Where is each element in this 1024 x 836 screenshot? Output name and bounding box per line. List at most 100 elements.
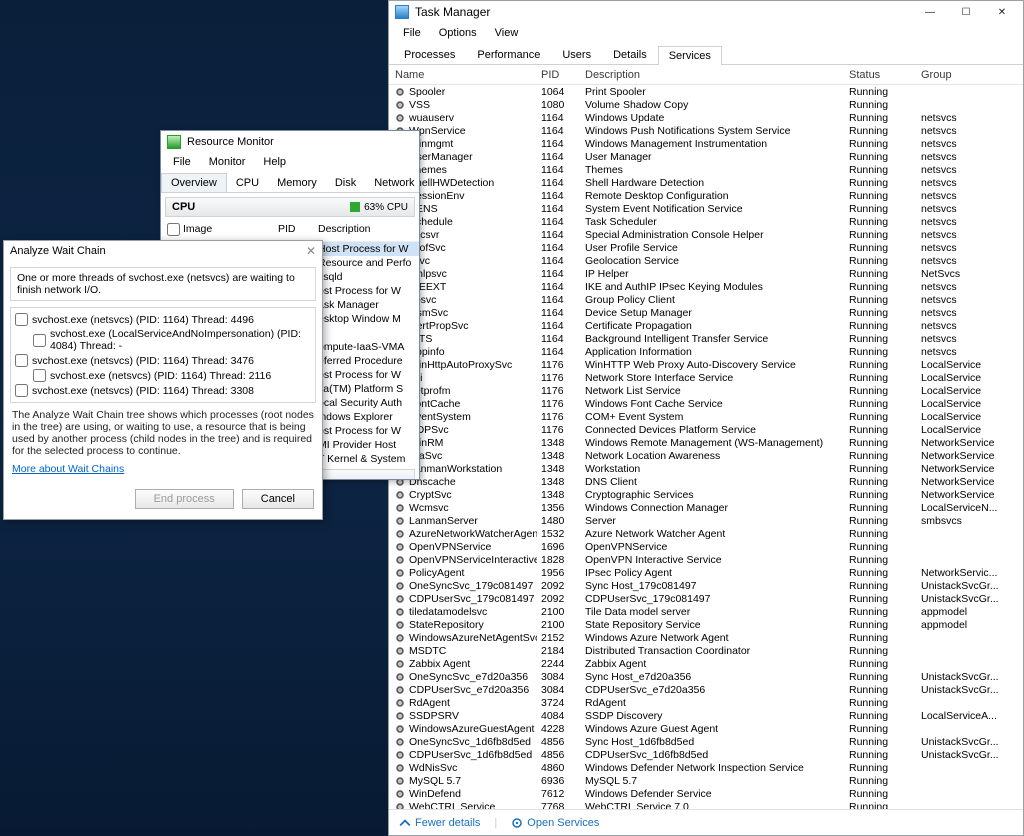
menu-view[interactable]: View — [487, 25, 527, 41]
service-row[interactable]: IKEEXT1164IKE and AuthIP IPsec Keying Mo… — [389, 280, 1023, 293]
service-row[interactable]: WdNisSvc4860Windows Defender Network Ins… — [389, 761, 1023, 774]
service-row[interactable]: CertPropSvc1164Certificate PropagationRu… — [389, 319, 1023, 332]
service-row[interactable]: WindowsAzureNetAgentSvc2152Windows Azure… — [389, 631, 1023, 644]
service-row[interactable]: tiledatamodelsvc2100Tile Data model serv… — [389, 605, 1023, 618]
service-row[interactable]: CDPUserSvc_e7d20a3563084CDPUserSvc_e7d20… — [389, 683, 1023, 696]
service-row[interactable]: Zabbix Agent2244Zabbix AgentRunning — [389, 657, 1023, 670]
resmon-menu-help[interactable]: Help — [255, 154, 294, 170]
service-row[interactable]: SessionEnv1164Remote Desktop Configurati… — [389, 189, 1023, 202]
service-row[interactable]: NlaSvc1348Network Location AwarenessRunn… — [389, 449, 1023, 462]
service-row[interactable]: Winmgmt1164Windows Management Instrument… — [389, 137, 1023, 150]
cancel-button[interactable]: Cancel — [242, 489, 314, 509]
service-row[interactable]: EventSystem1176COM+ Event SystemRunningL… — [389, 410, 1023, 423]
awc-link[interactable]: More about Wait Chains — [4, 463, 132, 483]
col-name[interactable]: Name — [395, 69, 537, 81]
service-row[interactable]: UserManager1164User ManagerRunningnetsvc… — [389, 150, 1023, 163]
service-row[interactable]: WinHttpAutoProxySvc1176WinHTTP Web Proxy… — [389, 358, 1023, 371]
service-row[interactable]: VSS1080Volume Shadow CopyRunning — [389, 98, 1023, 111]
service-row[interactable]: lfsvc1164Geolocation ServiceRunningnetsv… — [389, 254, 1023, 267]
tree-node[interactable]: svchost.exe (netsvcs) (PID: 1164) Thread… — [15, 353, 311, 368]
service-row[interactable]: StateRepository2100State Repository Serv… — [389, 618, 1023, 631]
service-row[interactable]: wuauserv1164Windows UpdateRunningnetsvcs — [389, 111, 1023, 124]
tab-performance[interactable]: Performance — [466, 45, 551, 64]
service-row[interactable]: MSDTC2184Distributed Transaction Coordin… — [389, 644, 1023, 657]
service-row[interactable]: LanmanServer1480ServerRunningsmbsvcs — [389, 514, 1023, 527]
resmon-menu-file[interactable]: File — [165, 154, 199, 170]
service-row[interactable]: WebCTRL Service7768WebCTRL Service 7.0Ru… — [389, 800, 1023, 809]
service-row[interactable]: Schedule1164Task SchedulerRunningnetsvcs — [389, 215, 1023, 228]
service-row[interactable]: WinRM1348Windows Remote Management (WS-M… — [389, 436, 1023, 449]
tree-checkbox[interactable] — [33, 369, 46, 382]
services-list[interactable]: Spooler1064Print SpoolerRunningVSS1080Vo… — [389, 85, 1023, 809]
service-row[interactable]: sacsvr1164Special Administration Console… — [389, 228, 1023, 241]
service-row[interactable]: netprofm1176Network List ServiceRunningL… — [389, 384, 1023, 397]
awc-tree[interactable]: svchost.exe (netsvcs) (PID: 1164) Thread… — [10, 307, 316, 403]
col-description[interactable]: Description — [585, 69, 845, 81]
tab-cpu[interactable]: CPU — [227, 174, 268, 192]
awc-titlebar[interactable]: Analyze Wait Chain ✕ — [4, 241, 322, 261]
col-group[interactable]: Group — [921, 69, 1017, 81]
service-row[interactable]: OneSyncSvc_1d6fb8d5ed4856Sync Host_1d6fb… — [389, 735, 1023, 748]
service-row[interactable]: WpnService1164Windows Push Notifications… — [389, 124, 1023, 137]
service-row[interactable]: MySQL 5.76936MySQL 5.7Running — [389, 774, 1023, 787]
minimize-button[interactable]: — — [913, 3, 947, 21]
service-row[interactable]: CryptSvc1348Cryptographic ServicesRunnin… — [389, 488, 1023, 501]
service-row[interactable]: SSDPSRV4084SSDP DiscoveryRunningLocalSer… — [389, 709, 1023, 722]
resmon-col-pid[interactable]: PID — [278, 223, 318, 239]
service-row[interactable]: CDPUserSvc_1d6fb8d5ed4856CDPUserSvc_1d6f… — [389, 748, 1023, 761]
fewer-details-link[interactable]: Fewer details — [399, 817, 480, 829]
service-row[interactable]: OpenVPNService1696OpenVPNServiceRunning — [389, 540, 1023, 553]
tree-checkbox[interactable] — [15, 354, 28, 367]
task-manager-titlebar[interactable]: Task Manager — ☐ ✕ — [389, 1, 1023, 23]
service-row[interactable]: SENS1164System Event Notification Servic… — [389, 202, 1023, 215]
end-process-button[interactable]: End process — [135, 489, 234, 509]
tree-checkbox[interactable] — [33, 334, 46, 347]
open-services-link[interactable]: Open Services — [511, 817, 599, 829]
service-row[interactable]: CDPUserSvc_179c0814972092CDPUserSvc_179c… — [389, 592, 1023, 605]
menu-options[interactable]: Options — [431, 25, 485, 41]
service-row[interactable]: iphlpsvc1164IP HelperRunningNetSvcs — [389, 267, 1023, 280]
service-row[interactable]: PolicyAgent1956IPsec Policy AgentRunning… — [389, 566, 1023, 579]
awc-close-icon[interactable]: ✕ — [306, 244, 316, 258]
tree-node[interactable]: svchost.exe (netsvcs) (PID: 1164) Thread… — [15, 368, 311, 383]
tab-users[interactable]: Users — [551, 45, 602, 64]
service-row[interactable]: Themes1164ThemesRunningnetsvcs — [389, 163, 1023, 176]
service-row[interactable]: ProfSvc1164User Profile ServiceRunningne… — [389, 241, 1023, 254]
tab-network[interactable]: Network — [365, 174, 420, 192]
service-row[interactable]: WindowsAzureGuestAgent4228Windows Azure … — [389, 722, 1023, 735]
tree-checkbox[interactable] — [15, 384, 28, 397]
tree-node[interactable]: svchost.exe (netsvcs) (PID: 1164) Thread… — [15, 312, 311, 327]
service-row[interactable]: Wcmsvc1356Windows Connection ManagerRunn… — [389, 501, 1023, 514]
service-row[interactable]: OneSyncSvc_179c0814972092Sync Host_179c0… — [389, 579, 1023, 592]
service-row[interactable]: RdAgent3724RdAgentRunning — [389, 696, 1023, 709]
tree-checkbox[interactable] — [15, 313, 28, 326]
service-row[interactable]: Dnscache1348DNS ClientRunningNetworkServ… — [389, 475, 1023, 488]
service-row[interactable]: OneSyncSvc_e7d20a3563084Sync Host_e7d20a… — [389, 670, 1023, 683]
resmon-checkall[interactable] — [167, 223, 180, 236]
menu-file[interactable]: File — [395, 25, 429, 41]
tree-node[interactable]: svchost.exe (LocalServiceAndNoImpersonat… — [15, 327, 311, 353]
tab-overview[interactable]: Overview — [161, 173, 227, 192]
service-row[interactable]: LanmanWorkstation1348WorkstationRunningN… — [389, 462, 1023, 475]
resmon-col-image[interactable]: Image — [183, 223, 278, 239]
service-row[interactable]: FontCache1176Windows Font Cache ServiceR… — [389, 397, 1023, 410]
tab-details[interactable]: Details — [602, 45, 658, 64]
service-row[interactable]: gpsvc1164Group Policy ClientRunningnetsv… — [389, 293, 1023, 306]
tree-node[interactable]: svchost.exe (netsvcs) (PID: 1164) Thread… — [15, 383, 311, 398]
resmon-col-desc[interactable]: Description — [318, 223, 413, 239]
resmon-titlebar[interactable]: Resource Monitor — [161, 131, 419, 153]
tab-processes[interactable]: Processes — [393, 45, 466, 64]
service-row[interactable]: DsmSvc1164Device Setup ManagerRunningnet… — [389, 306, 1023, 319]
close-button[interactable]: ✕ — [985, 3, 1019, 21]
tab-memory[interactable]: Memory — [268, 174, 326, 192]
resmon-menu-monitor[interactable]: Monitor — [201, 154, 254, 170]
service-row[interactable]: AzureNetworkWatcherAgent1532Azure Networ… — [389, 527, 1023, 540]
tab-disk[interactable]: Disk — [326, 174, 365, 192]
service-row[interactable]: nsi1176Network Store Interface ServiceRu… — [389, 371, 1023, 384]
col-pid[interactable]: PID — [541, 69, 581, 81]
tab-services[interactable]: Services — [658, 46, 722, 65]
service-row[interactable]: Spooler1064Print SpoolerRunning — [389, 85, 1023, 98]
service-row[interactable]: BITS1164Background Intelligent Transfer … — [389, 332, 1023, 345]
service-row[interactable]: OpenVPNServiceInteractive1828OpenVPN Int… — [389, 553, 1023, 566]
maximize-button[interactable]: ☐ — [949, 3, 983, 21]
